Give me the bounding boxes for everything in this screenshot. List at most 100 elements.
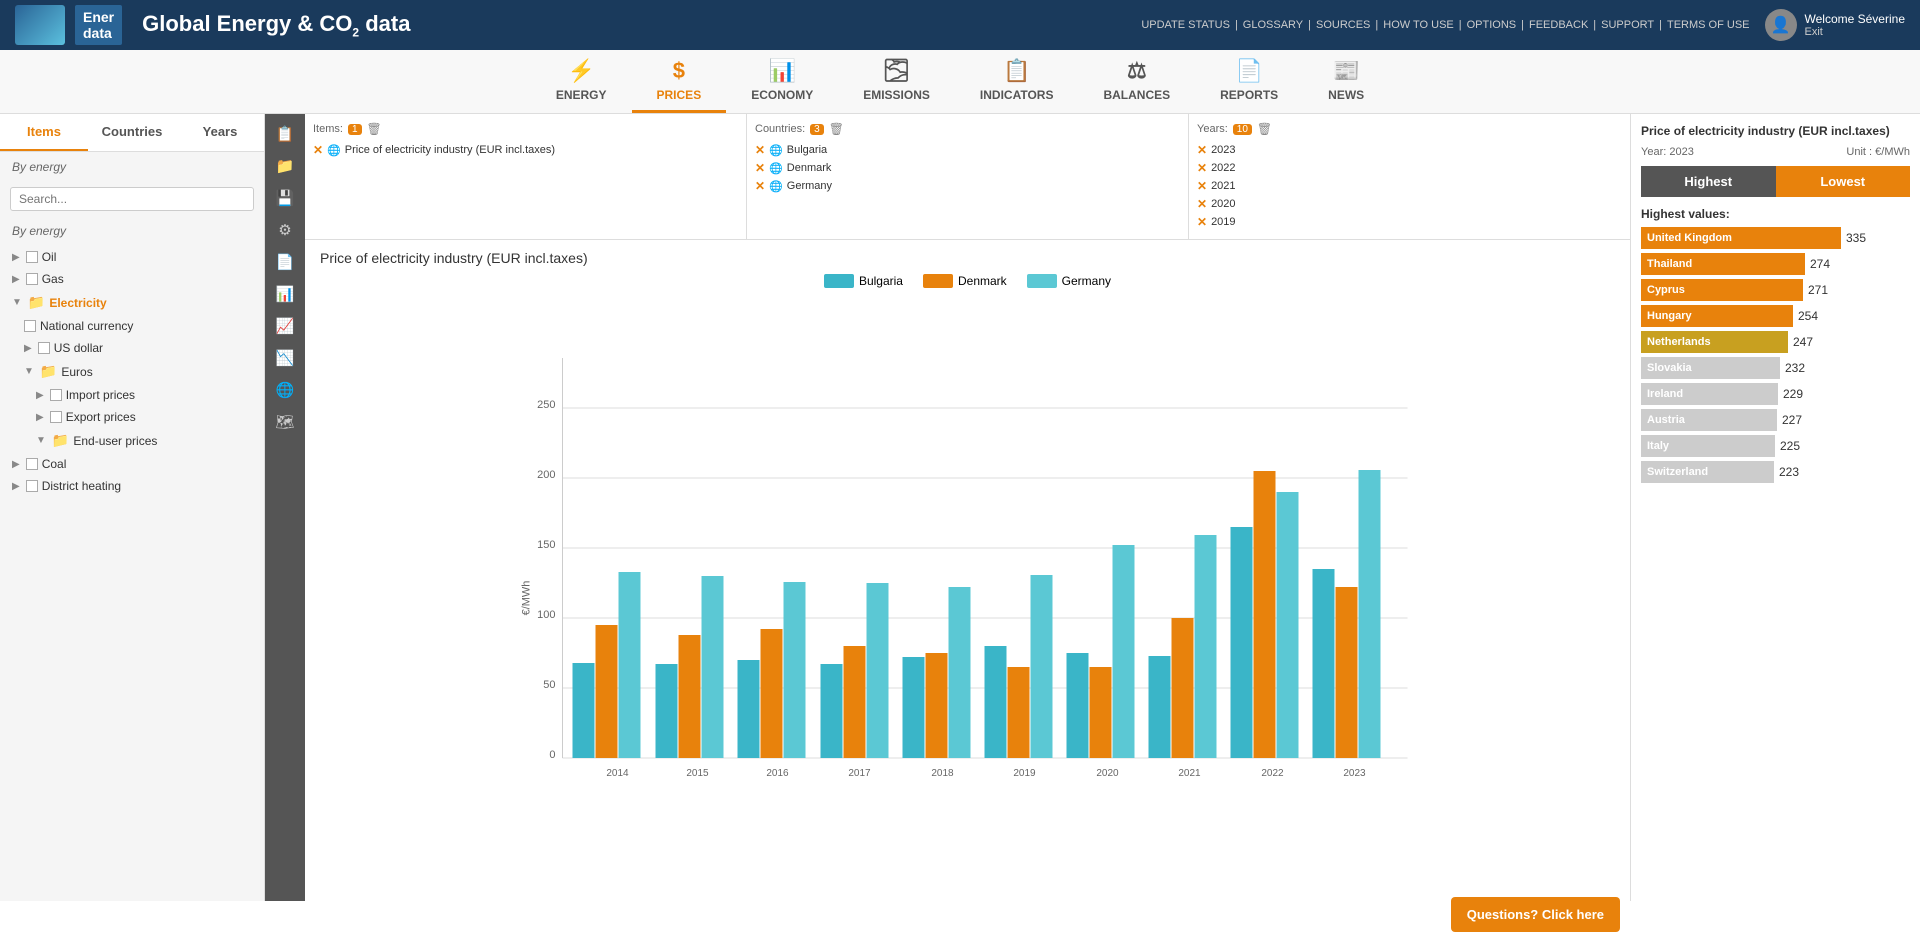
toolbar-btn-4[interactable]: ⚙	[268, 215, 302, 245]
tab-energy[interactable]: ⚡ ENERGY	[531, 50, 632, 113]
sidebar-tab-years[interactable]: Years	[176, 114, 264, 151]
rank-country: Slovakia	[1647, 362, 1692, 374]
tree-item-coal[interactable]: ▶ Coal	[0, 453, 264, 475]
delete-countries-icon[interactable]: 🗑	[829, 122, 844, 136]
remove-germany-btn[interactable]: ✕	[755, 179, 765, 193]
remove-2019-btn[interactable]: ✕	[1197, 215, 1207, 229]
tree-item-us-dollar[interactable]: ▶ US dollar	[0, 337, 264, 359]
rank-country: Cyprus	[1647, 284, 1685, 296]
emissions-icon: 🌫	[883, 58, 911, 84]
logo-area: Enerdata Global Energy & CO2 data	[15, 5, 410, 45]
sidebar-section-by-energy-2: By energy	[0, 216, 264, 246]
rank-bar-container: Netherlands 247	[1641, 331, 1910, 353]
tab-economy[interactable]: 📊 ECONOMY	[726, 50, 838, 113]
rank-item: Ireland 229	[1641, 383, 1910, 405]
nav-glossary[interactable]: GLOSSARY	[1243, 19, 1303, 31]
nav-support[interactable]: SUPPORT	[1601, 19, 1654, 31]
toolbar-btn-6[interactable]: 📊	[268, 279, 302, 309]
toolbar-btn-2[interactable]: 📁	[268, 151, 302, 181]
rank-item: Netherlands 247	[1641, 331, 1910, 353]
svg-text:2022: 2022	[1261, 768, 1284, 778]
item-text: Price of electricity industry (EUR incl.…	[345, 144, 555, 156]
avatar[interactable]: 👤	[1765, 9, 1797, 41]
checkbox-national-currency[interactable]	[24, 320, 36, 332]
toolbar-btn-10[interactable]: 🗺	[268, 407, 302, 437]
checkbox-coal[interactable]	[26, 458, 38, 470]
tab-reports[interactable]: 📄 REPORTS	[1195, 50, 1303, 113]
search-input[interactable]	[10, 187, 254, 211]
tree-item-district-heating[interactable]: ▶ District heating	[0, 475, 264, 497]
tree-item-export-prices[interactable]: ▶ Export prices	[0, 406, 264, 428]
remove-2023-btn[interactable]: ✕	[1197, 143, 1207, 157]
remove-2021-btn[interactable]: ✕	[1197, 179, 1207, 193]
nav-options[interactable]: OPTIONS	[1467, 19, 1517, 31]
rank-value: 247	[1793, 335, 1823, 349]
user-exit[interactable]: Exit	[1805, 26, 1906, 38]
lowest-button[interactable]: Lowest	[1776, 166, 1911, 197]
svg-text:€/MWh: €/MWh	[521, 581, 533, 616]
tab-news-label: NEWS	[1328, 88, 1364, 102]
tab-indicators[interactable]: 📋 INDICATORS	[955, 50, 1079, 113]
delete-items-icon[interactable]: 🗑	[367, 122, 382, 136]
tree-label-electricity: Electricity	[49, 296, 106, 310]
checkbox-export-prices[interactable]	[50, 411, 62, 423]
filter-year-2020: ✕ 2020	[1197, 195, 1622, 213]
checkbox-oil[interactable]	[26, 251, 38, 263]
remove-item-btn[interactable]: ✕	[313, 143, 323, 157]
tree-item-import-prices[interactable]: ▶ Import prices	[0, 384, 264, 406]
rank-value: 274	[1810, 257, 1840, 271]
remove-2020-btn[interactable]: ✕	[1197, 197, 1207, 211]
svg-text:2020: 2020	[1096, 768, 1119, 778]
chart-container: Price of electricity industry (EUR incl.…	[305, 240, 1630, 901]
tree-item-electricity[interactable]: ▼ 📁 Electricity	[0, 290, 264, 315]
years-label-text: Years:	[1197, 123, 1228, 135]
toolbar-btn-5[interactable]: 📄	[268, 247, 302, 277]
checkbox-us-dollar[interactable]	[38, 342, 50, 354]
rank-bar: Cyprus	[1641, 279, 1803, 301]
remove-bulgaria-btn[interactable]: ✕	[755, 143, 765, 157]
nav-terms[interactable]: TERMS OF USE	[1667, 19, 1750, 31]
nav-how-to-use[interactable]: HOW TO USE	[1383, 19, 1454, 31]
tree-item-euros[interactable]: ▼ 📁 Euros	[0, 359, 264, 384]
sidebar-tab-countries[interactable]: Countries	[88, 114, 176, 151]
arrow-icon: ▼	[36, 435, 46, 446]
legend-label-denmark: Denmark	[958, 274, 1007, 288]
checkbox-import-prices[interactable]	[50, 389, 62, 401]
toolbar-btn-7[interactable]: 📈	[268, 311, 302, 341]
main-content: Items: 1 🗑 ✕ 🌐 Price of electricity indu…	[305, 114, 1630, 901]
tree-item-national-currency[interactable]: National currency	[0, 315, 264, 337]
remove-2022-btn[interactable]: ✕	[1197, 161, 1207, 175]
values-title: Highest values:	[1641, 207, 1910, 221]
tab-balances-label: BALANCES	[1103, 88, 1170, 102]
tab-prices[interactable]: $ PRICES	[632, 50, 727, 113]
tab-news[interactable]: 📰 NEWS	[1303, 50, 1389, 113]
years-count: 10	[1233, 124, 1252, 135]
tree-item-oil[interactable]: ▶ Oil	[0, 246, 264, 268]
delete-years-icon[interactable]: 🗑	[1257, 122, 1272, 136]
nav-sources[interactable]: SOURCES	[1316, 19, 1370, 31]
tree-item-gas[interactable]: ▶ Gas	[0, 268, 264, 290]
nav-update-status[interactable]: UPDATE STATUS	[1141, 19, 1230, 31]
filter-items: Items: 1 🗑 ✕ 🌐 Price of electricity indu…	[305, 114, 747, 239]
tab-emissions[interactable]: 🌫 EMISSIONS	[838, 50, 955, 113]
toolbar-btn-1[interactable]: 📋	[268, 119, 302, 149]
checkbox-gas[interactable]	[26, 273, 38, 285]
rank-bar-container: Cyprus 271	[1641, 279, 1910, 301]
rank-bar: United Kingdom	[1641, 227, 1841, 249]
checkbox-district-heating[interactable]	[26, 480, 38, 492]
questions-button[interactable]: Questions? Click here	[1451, 897, 1620, 932]
rank-country: Switzerland	[1647, 466, 1708, 478]
highest-button[interactable]: Highest	[1641, 166, 1776, 197]
sidebar-tab-items[interactable]: Items	[0, 114, 88, 151]
tree-item-end-user-prices[interactable]: ▼ 📁 End-user prices	[0, 428, 264, 453]
rank-item: Austria 227	[1641, 409, 1910, 431]
tree-label-district-heating: District heating	[42, 479, 121, 493]
balances-icon: ⚖	[1127, 58, 1147, 84]
nav-feedback[interactable]: FEEDBACK	[1529, 19, 1588, 31]
remove-denmark-btn[interactable]: ✕	[755, 161, 765, 175]
tab-balances[interactable]: ⚖ BALANCES	[1078, 50, 1195, 113]
toolbar-btn-8[interactable]: 📉	[268, 343, 302, 373]
toolbar-btn-3[interactable]: 💾	[268, 183, 302, 213]
toolbar-btn-9[interactable]: 🌐	[268, 375, 302, 405]
year-2021: 2021	[1211, 180, 1235, 192]
